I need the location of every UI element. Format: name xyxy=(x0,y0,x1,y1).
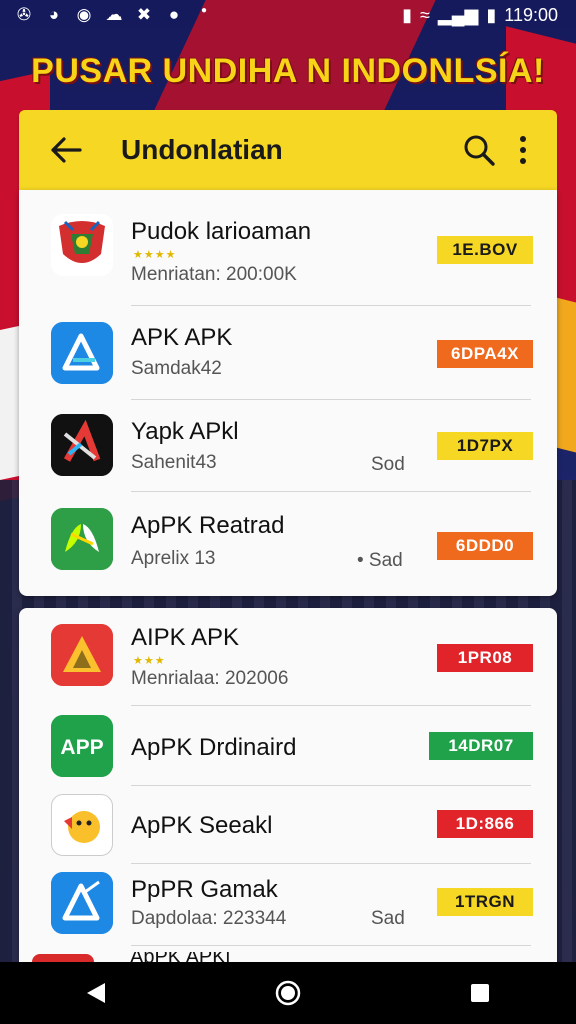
rating-stars: ★★★★ xyxy=(133,249,177,261)
app-note: Sod xyxy=(371,454,405,475)
app-list-card-1: Pudok larioaman ★★★★ Menriatan: 200:00K … xyxy=(19,190,557,596)
clock: 119:00 xyxy=(504,4,558,25)
red-x-app-icon xyxy=(51,414,113,476)
emblem-icon xyxy=(51,214,113,276)
list-item-1[interactable]: Pudok larioaman ★★★★ Menriatan: 200:00K … xyxy=(19,190,557,306)
app-name: ApPK Drdinaird xyxy=(131,734,297,761)
nav-recents-button[interactable] xyxy=(450,968,510,1018)
app-name: ApPK Reatrad xyxy=(131,512,285,539)
status-badge[interactable]: 1D:866 xyxy=(437,810,533,838)
app-name: AIPK APK xyxy=(131,624,240,651)
search-button[interactable] xyxy=(455,126,503,174)
peek-app-name: ApPK APKl xyxy=(130,952,240,962)
list-item-8[interactable]: PpPR Gamak Dapdolaa: 223344 Sad 1TRGN xyxy=(19,864,557,946)
status-bar: ✇ ◕ ◉ ☁ ✖ ● ● ▮ ≈ ▂▄▆ ▮ 119:00 xyxy=(0,0,576,30)
list-item-3[interactable]: Yapk APkl Sahenit43 Sod 1D7PX xyxy=(19,400,557,492)
triangle-app-icon xyxy=(51,624,113,686)
app-subtitle: Sahenit43 xyxy=(131,452,217,473)
svg-text:APP: APP xyxy=(60,736,103,759)
promo-banner: PUSAR UNDIHA N INDONLSÍA! xyxy=(31,52,545,90)
app-subtitle: Menriatan: 200:00K xyxy=(131,264,297,285)
status-badge[interactable]: 6DDD0 xyxy=(437,532,533,560)
sim-icon: ✇ xyxy=(16,5,32,24)
apk-installer-icon xyxy=(51,322,113,384)
sim-card-icon: ▮ xyxy=(402,4,413,25)
app-text-icon: APP xyxy=(51,715,113,777)
status-badge[interactable]: 6DPA4X xyxy=(437,340,533,368)
wifi-icon: ≈ xyxy=(420,4,430,25)
nav-home-button[interactable] xyxy=(258,968,318,1018)
page-title: Undonlatian xyxy=(121,134,283,165)
app-subtitle: Samdak42 xyxy=(131,358,222,379)
app-bar: Undonlatian xyxy=(19,110,557,190)
divider xyxy=(131,945,531,946)
dot-icon: ● xyxy=(200,5,208,16)
app-name: APK APK xyxy=(131,324,233,351)
weibo-icon: ☁ xyxy=(105,5,123,24)
app-subtitle: Dapdolaa: 223344 xyxy=(131,908,287,929)
app-subtitle: Menrialaa: 202006 xyxy=(131,668,289,689)
app-name: Yapk APkl xyxy=(131,418,239,445)
list-item-7[interactable]: ApPK Seeakl 1D:866 xyxy=(19,786,557,864)
emoji-app-icon xyxy=(51,794,113,856)
status-badge[interactable]: 1D7PX xyxy=(437,432,533,460)
notification-icons: ✇ ◕ ◉ ☁ ✖ ● ● xyxy=(0,5,214,25)
system-icons: ▮ ≈ ▂▄▆ ▮ 119:00 xyxy=(402,5,576,26)
chrome-icon: ◉ xyxy=(76,5,92,24)
media-icon: ✖ xyxy=(136,5,152,24)
blue-installer-icon xyxy=(51,872,113,934)
back-button[interactable] xyxy=(41,125,91,175)
app-name: ApPK Seeakl xyxy=(131,812,273,839)
recents-nav-icon xyxy=(471,984,489,1002)
app-list-card-2: AIPK APK ★★★ Menrialaa: 202006 1PR08 APP… xyxy=(19,608,557,962)
status-badge[interactable]: 1PR08 xyxy=(437,644,533,672)
status-badge[interactable]: 14DR07 xyxy=(429,732,533,760)
list-item-5[interactable]: AIPK APK ★★★ Menrialaa: 202006 1PR08 xyxy=(19,608,557,706)
app-note: Sad xyxy=(371,908,405,929)
app-name: Pudok larioaman xyxy=(131,218,312,245)
list-item-2[interactable]: APK APK Samdak42 6DPA4X xyxy=(19,306,557,400)
battery-icon: ▮ xyxy=(486,4,497,25)
arrow-left-icon xyxy=(51,137,82,163)
green-leaf-app-icon xyxy=(51,508,113,570)
list-item-4[interactable]: ApPK Reatrad Aprelix 13 • Sad 6DDD0 xyxy=(19,492,557,596)
home-nav-icon xyxy=(275,980,301,1006)
search-icon xyxy=(464,135,495,166)
peek-app-icon xyxy=(32,954,94,962)
rating-stars: ★★★ xyxy=(133,655,166,667)
more-vert-icon xyxy=(520,136,526,164)
nav-back-button[interactable] xyxy=(66,968,126,1018)
list-item-6[interactable]: APP ApPK Drdinaird 14DR07 xyxy=(19,706,557,786)
app-subtitle: Aprelix 13 xyxy=(131,548,216,569)
overflow-menu-button[interactable] xyxy=(503,126,543,174)
messenger-icon: ◕ xyxy=(48,5,60,24)
app-name: PpPR Gamak xyxy=(131,876,278,903)
back-nav-icon xyxy=(87,983,105,1003)
status-badge[interactable]: 1E.BOV xyxy=(437,236,533,264)
signal-icon: ▂▄▆ xyxy=(437,4,479,25)
app-note: • Sad xyxy=(357,550,403,571)
photos-icon: ● xyxy=(168,5,180,24)
system-navigation-bar xyxy=(0,962,576,1024)
status-badge[interactable]: 1TRGN xyxy=(437,888,533,916)
